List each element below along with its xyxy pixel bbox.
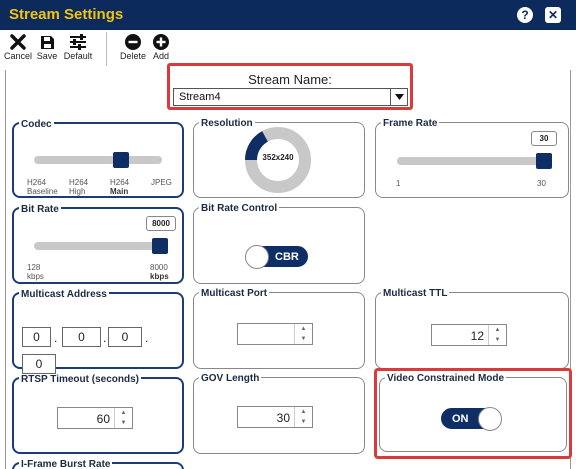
codec-option-label: H264 Baseline	[27, 178, 58, 196]
spin-down-icon[interactable]: ▼	[301, 336, 307, 342]
spin-down-icon[interactable]: ▼	[495, 337, 501, 343]
spin-down-icon[interactable]: ▼	[301, 419, 307, 425]
ip-separator: .	[54, 331, 58, 345]
codec-slider-track[interactable]	[34, 156, 162, 164]
rtsp-timeout-input[interactable]: 60 ▲ ▼	[57, 407, 133, 429]
close-button[interactable]: ✕	[545, 7, 561, 23]
rtsp-timeout-value: 60	[96, 412, 110, 426]
ip-separator: .	[145, 331, 149, 345]
multicast-address-title: Multicast Address	[19, 289, 109, 300]
codec-option-label: H264 Main	[110, 178, 130, 196]
video-constrained-mode-highlight	[374, 368, 572, 459]
frame-rate-title: Frame Rate	[381, 118, 440, 129]
codec-title: Codec	[19, 119, 54, 130]
codec-slider-thumb[interactable]	[112, 152, 129, 168]
spin-down-icon[interactable]: ▼	[121, 420, 127, 426]
multicast-ttl-card: Multicast TTL 12 ▲ ▼	[375, 288, 569, 369]
spin-arrows[interactable]: ▲ ▼	[294, 407, 312, 427]
resolution-card: Resolution 352x240	[193, 118, 365, 198]
frame-rate-card: Frame Rate 30 1 30	[375, 118, 569, 198]
close-icon: ✕	[547, 8, 559, 22]
spin-arrows[interactable]: ▲ ▼	[294, 324, 312, 344]
bit-rate-max-label: 8000 kbps	[150, 263, 169, 281]
toggle-knob	[245, 245, 269, 269]
gov-length-title: GOV Length	[199, 373, 262, 384]
spin-arrows[interactable]: ▲ ▼	[114, 408, 132, 428]
ip-octet-2[interactable]: 0	[62, 327, 101, 347]
multicast-port-title: Multicast Port	[199, 288, 270, 299]
bit-rate-control-value: CBR	[275, 251, 299, 263]
spin-arrows[interactable]: ▲ ▼	[488, 325, 506, 345]
multicast-ttl-title: Multicast TTL	[381, 288, 450, 299]
frame-rate-slider-thumb[interactable]	[536, 153, 552, 169]
ip-separator: .	[103, 331, 107, 345]
title-bar: Stream Settings ? ✕	[0, 0, 576, 30]
multicast-port-card: Multicast Port ▲ ▼	[193, 288, 365, 369]
bit-rate-title: Bit Rate	[19, 204, 61, 215]
stream-name-section: Stream Name: Stream4	[167, 63, 413, 110]
window-title: Stream Settings	[9, 6, 124, 23]
gov-length-input[interactable]: 30 ▲ ▼	[237, 406, 313, 428]
multicast-ttl-input[interactable]: 12 ▲ ▼	[431, 324, 507, 346]
ip-octet-1[interactable]: 0	[22, 327, 51, 347]
stream-name-label: Stream Name:	[248, 72, 332, 87]
frame-rate-slider-track[interactable]	[397, 157, 547, 165]
toolbar-divider	[106, 32, 107, 66]
help-button[interactable]: ?	[517, 7, 533, 23]
bit-rate-card: Bit Rate 8000 128 kbps 8000 kbps	[12, 204, 184, 284]
add-label: Add	[152, 51, 169, 61]
frame-rate-max: 30	[537, 179, 546, 188]
add-button[interactable]: Add	[143, 33, 179, 62]
bit-rate-control-card: Bit Rate Control CBR	[193, 203, 365, 284]
bit-rate-min-label: 128 kbps	[27, 263, 44, 281]
bit-rate-control-toggle[interactable]: CBR	[245, 245, 308, 269]
iframe-burst-rate-title: I-Frame Burst Rate	[19, 459, 113, 469]
multicast-address-card: Multicast Address 0 . 0 . 0 . 0	[12, 289, 184, 374]
help-icon: ?	[521, 8, 529, 22]
rtsp-timeout-title: RTSP Timeout (seconds)	[19, 374, 141, 385]
spin-up-icon[interactable]: ▲	[301, 326, 307, 332]
spin-up-icon[interactable]: ▲	[495, 327, 501, 333]
bit-rate-slider-thumb[interactable]	[152, 238, 168, 254]
gov-length-value: 30	[276, 411, 290, 425]
bit-rate-slider-track[interactable]	[34, 242, 164, 250]
ip-octet-4[interactable]: 0	[22, 354, 56, 374]
spin-up-icon[interactable]: ▲	[301, 409, 307, 415]
caret-down-icon[interactable]	[390, 89, 407, 105]
multicast-port-input[interactable]: ▲ ▼	[237, 323, 313, 345]
bit-rate-tooltip: 8000	[146, 216, 176, 231]
sliders-icon	[60, 33, 96, 51]
codec-option-label: JPEG	[151, 178, 172, 187]
codec-option-label: H264 High	[69, 178, 89, 196]
frame-rate-tooltip: 30	[531, 131, 557, 146]
spin-up-icon[interactable]: ▲	[121, 410, 127, 416]
stream-name-value: Stream4	[179, 91, 221, 103]
stream-name-select[interactable]: Stream4	[173, 88, 408, 106]
plus-circle-icon	[143, 33, 179, 51]
default-label: Default	[63, 51, 93, 61]
gov-length-card: GOV Length 30 ▲ ▼	[193, 373, 365, 454]
iframe-burst-rate-card: I-Frame Burst Rate	[12, 459, 184, 469]
default-button[interactable]: Default	[60, 33, 96, 62]
codec-card: Codec H264 Baseline H264 High H264 Main JPE…	[12, 119, 184, 198]
frame-rate-min: 1	[396, 179, 401, 188]
multicast-ttl-value: 12	[470, 329, 484, 343]
ip-octet-3[interactable]: 0	[108, 327, 142, 347]
rtsp-timeout-card: RTSP Timeout (seconds) 60 ▲ ▼	[12, 374, 184, 454]
resolution-value: 352x240	[262, 153, 294, 162]
bit-rate-control-title: Bit Rate Control	[199, 203, 280, 214]
